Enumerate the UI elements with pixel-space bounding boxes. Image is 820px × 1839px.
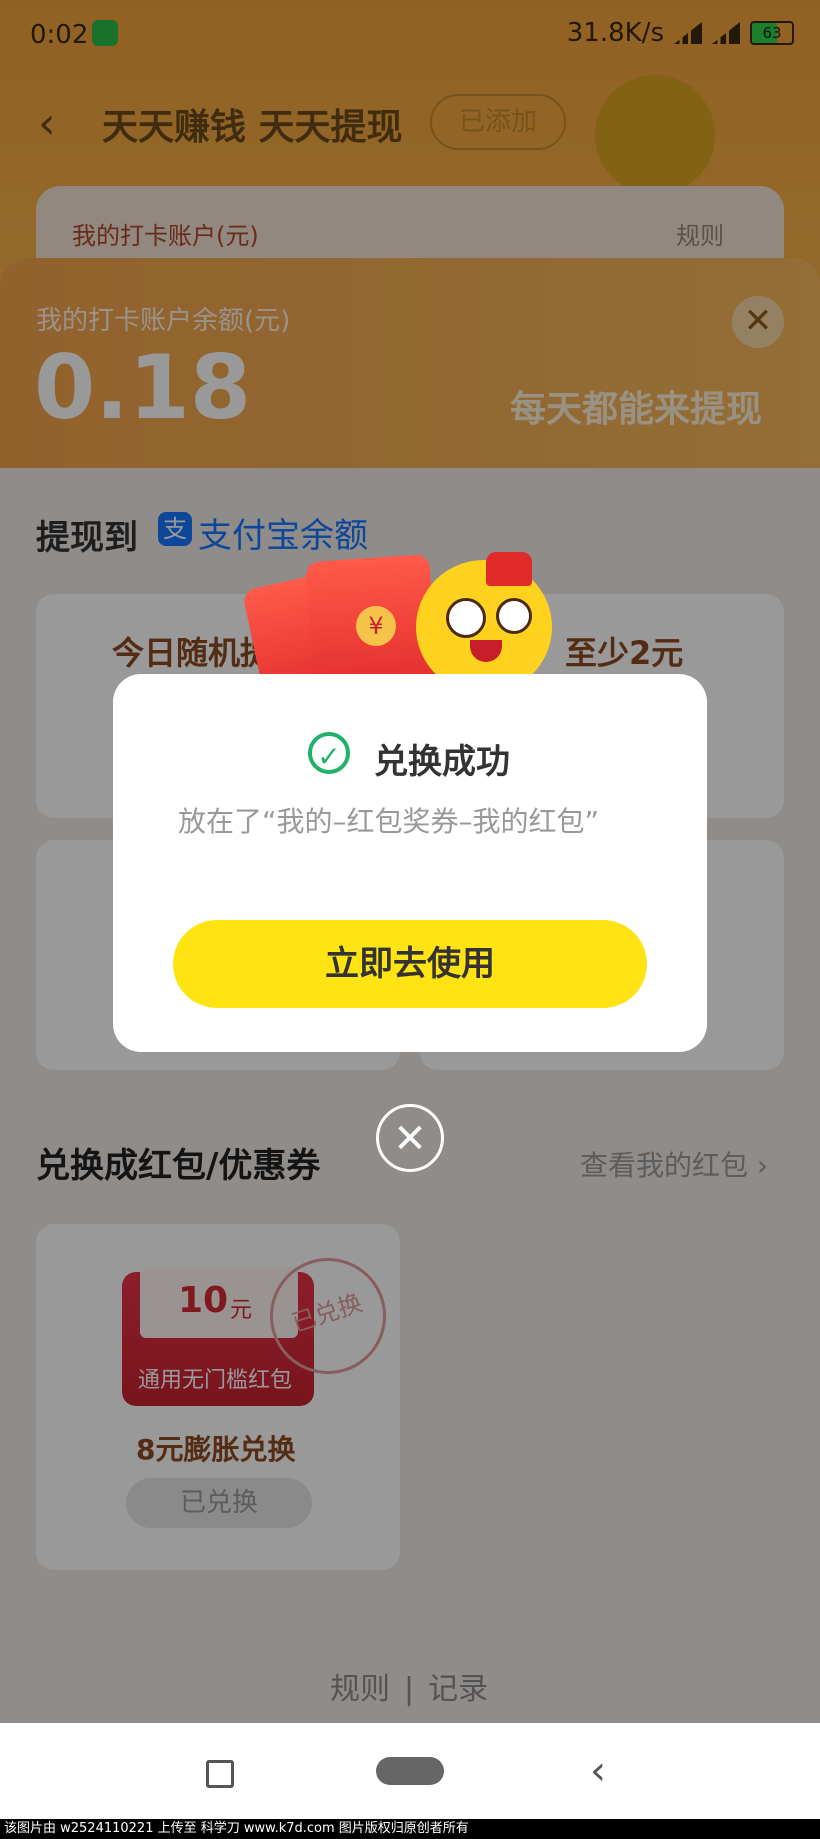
close-icon[interactable]: ✕	[376, 1104, 444, 1172]
check-circle-icon: ✓	[308, 732, 350, 774]
mascot-eye	[496, 598, 532, 634]
modal-title: 兑换成功	[374, 742, 510, 782]
use-now-button[interactable]: 立即去使用	[173, 920, 647, 1008]
recent-apps-icon[interactable]	[206, 1760, 234, 1788]
mascot-eye	[446, 598, 486, 638]
back-icon[interactable]: ‹	[590, 1748, 606, 1794]
modal-message: 放在了“我的–红包奖券–我的红包”	[178, 805, 600, 838]
coin-icon: ¥	[356, 606, 396, 646]
home-icon[interactable]	[376, 1757, 444, 1785]
mascot-hat	[486, 552, 532, 586]
watermark: 该图片由 w2524110221 上传至 科学刀 www.k7d.com 图片版…	[0, 1819, 820, 1839]
